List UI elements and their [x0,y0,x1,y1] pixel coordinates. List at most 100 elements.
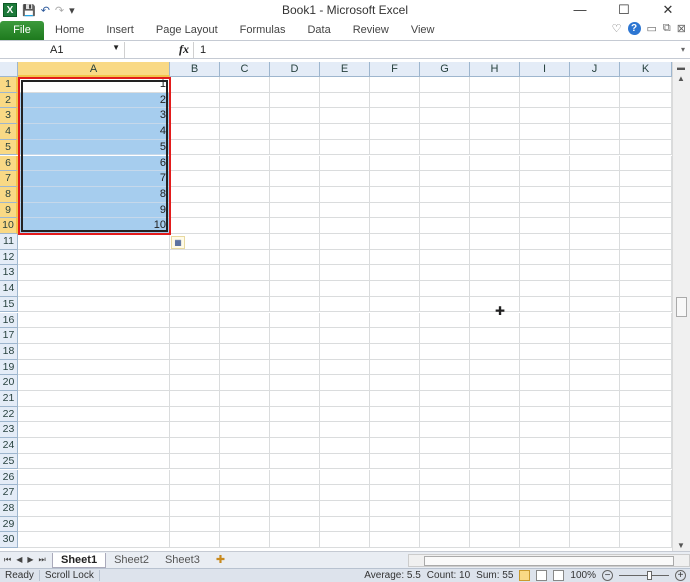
workbook-restore-icon[interactable]: ⧉ [663,22,671,35]
cell-b16[interactable] [170,312,220,329]
cell-g26[interactable] [420,469,470,486]
close-button[interactable]: ✕ [646,0,690,20]
cell-i17[interactable] [520,328,570,344]
undo-icon[interactable]: ↶ [41,4,50,17]
cell-a18[interactable] [18,343,170,360]
cell-c16[interactable] [220,312,270,329]
cell-f14[interactable] [370,281,420,297]
cell-g3[interactable] [420,108,470,125]
cell-e26[interactable] [320,469,370,486]
cell-h11[interactable] [470,234,520,250]
cell-k18[interactable] [620,343,672,360]
cell-k1[interactable] [620,77,672,93]
row-header-25[interactable]: 25 [0,453,18,470]
cell-d8[interactable] [270,186,320,203]
cell-h18[interactable] [470,343,520,360]
cell-i4[interactable] [520,124,570,140]
cell-f7[interactable] [370,171,420,187]
cell-d6[interactable] [270,155,320,172]
cell-k20[interactable] [620,375,672,391]
cell-e25[interactable] [320,453,370,470]
cell-j11[interactable] [570,234,620,250]
cell-c17[interactable] [220,328,270,344]
page-break-view-button[interactable] [553,570,565,581]
cell-i11[interactable] [520,234,570,250]
cell-j7[interactable] [570,171,620,187]
cell-k7[interactable] [620,171,672,187]
cell-h8[interactable] [470,186,520,203]
cell-f21[interactable] [370,391,420,407]
cell-f22[interactable] [370,406,420,423]
cell-k6[interactable] [620,155,672,172]
cell-i12[interactable] [520,249,570,266]
cell-a28[interactable] [18,500,170,517]
cell-j13[interactable] [570,265,620,282]
cell-j30[interactable] [570,532,620,548]
row-header-15[interactable]: 15 [0,296,18,313]
row-header-24[interactable]: 24 [0,438,18,454]
cell-k24[interactable] [620,438,672,454]
row-header-28[interactable]: 28 [0,500,18,517]
cell-b22[interactable] [170,406,220,423]
cell-d23[interactable] [270,422,320,439]
cell-f30[interactable] [370,532,420,548]
cell-f24[interactable] [370,438,420,454]
cell-g5[interactable] [420,139,470,156]
cell-b27[interactable] [170,485,220,501]
cell-f8[interactable] [370,186,420,203]
save-icon[interactable]: 💾 [22,4,36,17]
select-all-button[interactable] [0,62,18,77]
normal-view-button[interactable] [519,570,531,581]
row-header-23[interactable]: 23 [0,422,18,439]
minimize-button[interactable]: — [558,0,602,20]
cell-b21[interactable] [170,391,220,407]
cell-e7[interactable] [320,171,370,187]
cell-c20[interactable] [220,375,270,391]
cell-i24[interactable] [520,438,570,454]
cell-a11[interactable] [18,234,170,250]
cell-g21[interactable] [420,391,470,407]
cell-k2[interactable] [620,92,672,109]
cell-b15[interactable] [170,296,220,313]
cell-i27[interactable] [520,485,570,501]
cell-e1[interactable] [320,77,370,93]
tab-view[interactable]: View [400,24,446,36]
cell-b6[interactable] [170,155,220,172]
cell-j8[interactable] [570,186,620,203]
sheet-tab-sheet2[interactable]: Sheet2 [106,553,157,568]
cell-f19[interactable] [370,359,420,376]
cell-j29[interactable] [570,516,620,533]
row-header-14[interactable]: 14 [0,281,18,297]
cell-g23[interactable] [420,422,470,439]
cell-j20[interactable] [570,375,620,391]
cell-h13[interactable] [470,265,520,282]
cell-d16[interactable] [270,312,320,329]
cell-a25[interactable] [18,453,170,470]
cell-b28[interactable] [170,500,220,517]
row-header-18[interactable]: 18 [0,343,18,360]
cell-j10[interactable] [570,218,620,234]
cell-e30[interactable] [320,532,370,548]
cell-i25[interactable] [520,453,570,470]
cell-d26[interactable] [270,469,320,486]
cell-k22[interactable] [620,406,672,423]
cell-i19[interactable] [520,359,570,376]
column-header-c[interactable]: C [220,62,270,77]
cell-e12[interactable] [320,249,370,266]
cell-e24[interactable] [320,438,370,454]
page-layout-view-button[interactable] [536,570,548,581]
cell-g28[interactable] [420,500,470,517]
excel-app-icon[interactable]: X [3,3,17,17]
cell-c30[interactable] [220,532,270,548]
cell-i13[interactable] [520,265,570,282]
cell-b12[interactable] [170,249,220,266]
cell-d18[interactable] [270,343,320,360]
cell-i9[interactable] [520,202,570,219]
cell-e11[interactable] [320,234,370,250]
cell-k14[interactable] [620,281,672,297]
cell-k15[interactable] [620,296,672,313]
cell-g13[interactable] [420,265,470,282]
cell-k8[interactable] [620,186,672,203]
auto-fill-options-icon[interactable]: ▦ [171,236,185,249]
row-header-10[interactable]: 10 [0,218,18,234]
